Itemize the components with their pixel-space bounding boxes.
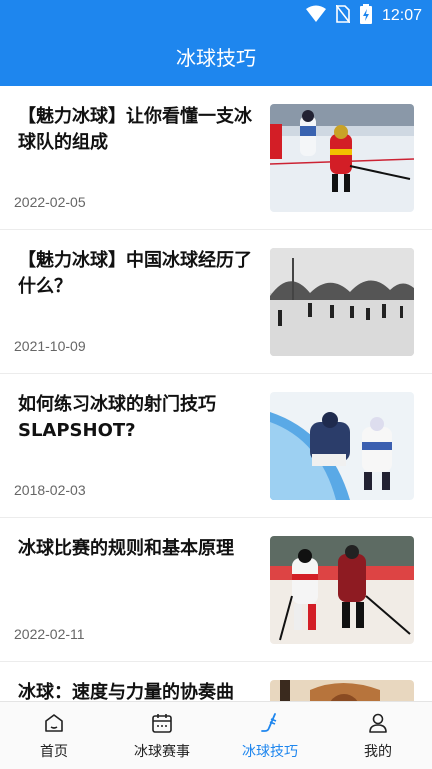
- article-item[interactable]: 冰球：速度与力量的协奏曲: [0, 662, 432, 701]
- article-thumbnail: [270, 104, 414, 212]
- article-item[interactable]: 【魅力冰球】中国冰球经历了什么？ 2021-10-09: [0, 230, 432, 374]
- article-thumbnail: [270, 392, 414, 500]
- article-item[interactable]: 冰球比赛的规则和基本原理 2022-02-11: [0, 518, 432, 662]
- article-date: 2018-02-03: [14, 482, 86, 498]
- article-title: 【魅力冰球】中国冰球经历了什么？: [18, 250, 252, 297]
- article-item[interactable]: 【魅力冰球】让你看懂一支冰球队的组成 2022-02-05: [0, 86, 432, 230]
- no-sim-icon: [335, 4, 351, 27]
- user-icon: [367, 712, 389, 738]
- status-bar: 12:07: [0, 0, 432, 30]
- tab-profile[interactable]: 我的: [324, 702, 432, 769]
- article-date: 2021-10-09: [14, 338, 86, 354]
- article-thumbnail: [270, 248, 414, 356]
- tab-skills[interactable]: 冰球技巧: [216, 702, 324, 769]
- bottom-tab-bar: 首页 冰球赛事 冰球技巧 我的: [0, 701, 432, 769]
- tab-events[interactable]: 冰球赛事: [108, 702, 216, 769]
- tab-label: 首页: [40, 744, 68, 760]
- page-title: 冰球技巧: [0, 30, 432, 86]
- tab-label: 冰球赛事: [134, 744, 190, 760]
- wifi-icon: [305, 5, 326, 27]
- calendar-icon: [151, 712, 173, 738]
- home-icon: [43, 712, 65, 738]
- article-title: 【魅力冰球】让你看懂一支冰球队的组成: [18, 106, 252, 153]
- article-list[interactable]: 【魅力冰球】让你看懂一支冰球队的组成 2022-02-05 【魅力冰球】中国冰球…: [0, 86, 432, 701]
- article-title: 冰球：速度与力量的协奏曲: [18, 682, 234, 701]
- article-date: 2022-02-05: [14, 194, 86, 210]
- hockey-stick-icon: [259, 712, 281, 738]
- status-time: 12:07: [381, 7, 422, 24]
- tab-home[interactable]: 首页: [0, 702, 108, 769]
- article-thumbnail: [270, 680, 414, 701]
- article-date: 2022-02-11: [14, 626, 85, 642]
- article-title: 冰球比赛的规则和基本原理: [18, 538, 234, 559]
- article-thumbnail: [270, 536, 414, 644]
- battery-icon: [359, 4, 372, 28]
- tab-label: 冰球技巧: [242, 744, 298, 760]
- article-item[interactable]: 如何练习冰球的射门技巧SLAPSHOT? 2018-02-03: [0, 374, 432, 518]
- article-title: 如何练习冰球的射门技巧SLAPSHOT?: [18, 394, 216, 441]
- tab-label: 我的: [364, 744, 392, 760]
